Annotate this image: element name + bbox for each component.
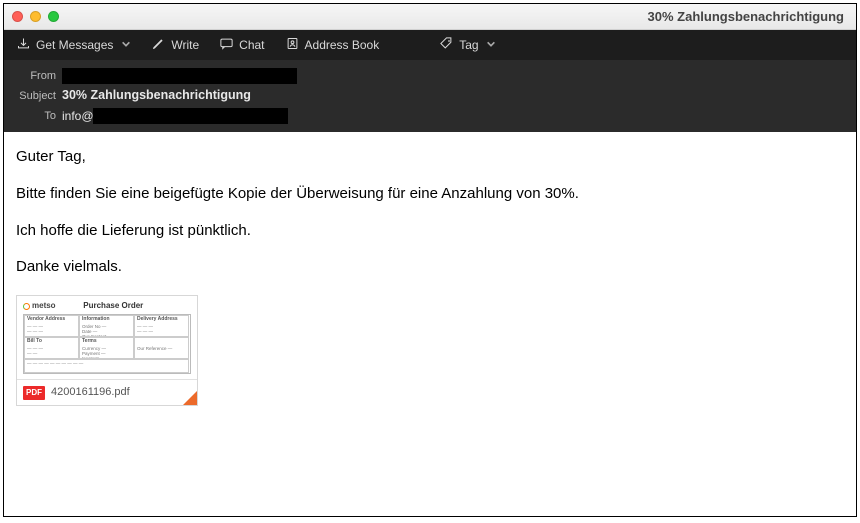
header-subject-label: Subject — [4, 90, 62, 102]
attachment-brand-label: metso — [32, 301, 56, 311]
message-headers: From Subject 30% Zahlungsbenachrichtigun… — [4, 60, 856, 132]
attachment-footer: PDF 4200161196.pdf — [17, 379, 197, 405]
attachment-cell: Vendor Address— — —— — — — [24, 315, 79, 337]
body-greeting: Guter Tag, — [10, 148, 838, 167]
attachment-doc-title: Purchase Order — [83, 301, 143, 311]
app-window: 30% Zahlungsbenachrichtigung Get Message… — [3, 3, 857, 517]
download-icon — [16, 36, 31, 54]
header-to-visible: info@ — [62, 109, 94, 123]
address-book-label: Address Book — [305, 38, 380, 52]
toolbar: Get Messages Write Chat Address Book — [4, 30, 856, 60]
window-minimize-button[interactable] — [30, 11, 41, 22]
attachment-cell: Bill To— — —— — — [24, 337, 79, 359]
titlebar: 30% Zahlungsbenachrichtigung — [4, 4, 856, 30]
attachment-filename: 4200161196.pdf — [51, 386, 130, 400]
get-messages-button[interactable]: Get Messages — [12, 34, 135, 56]
chevron-down-icon — [121, 38, 131, 52]
message-body: Guter Tag, Bitte finden Sie eine beigefü… — [4, 132, 856, 516]
redacted-from-value — [62, 68, 297, 84]
attachment-cell: Delivery Address— — —— — —— — — [134, 315, 189, 337]
attachment-cell: TermsCurrency —Payment —Incoterm — — [79, 337, 134, 359]
header-subject-value: 30% Zahlungsbenachrichtigung — [62, 88, 251, 104]
attachment-cell: Our Reference — — [134, 337, 189, 359]
body-signoff: Danke vielmals. — [10, 258, 838, 277]
dogear-icon — [183, 391, 197, 405]
chat-label: Chat — [239, 38, 264, 52]
body-line1: Bitte finden Sie eine beigefügte Kopie d… — [10, 185, 838, 204]
get-messages-label: Get Messages — [36, 38, 113, 52]
attachment-preview: metso Purchase Order Vendor Address— — —… — [17, 296, 197, 379]
attachment-brand: metso — [23, 301, 56, 311]
tag-label: Tag — [459, 38, 478, 52]
attachment-cell: InformationOrder No —Date —Our Contact —… — [79, 315, 134, 337]
window-close-button[interactable] — [12, 11, 23, 22]
address-book-button[interactable]: Address Book — [281, 34, 384, 56]
attachment-card[interactable]: metso Purchase Order Vendor Address— — —… — [16, 295, 198, 406]
header-from-row: From — [4, 66, 856, 86]
header-to-row: To info@ — [4, 106, 856, 126]
address-book-icon — [285, 36, 300, 54]
write-label: Write — [171, 38, 199, 52]
header-to-value: info@ — [62, 108, 288, 124]
traffic-lights — [12, 11, 59, 22]
attachment-preview-header: metso Purchase Order — [23, 301, 191, 311]
header-from-label: From — [4, 70, 62, 82]
chat-icon — [219, 36, 234, 54]
body-line2: Ich hoffe die Lieferung ist pünktlich. — [10, 222, 838, 241]
chat-button[interactable]: Chat — [215, 34, 268, 56]
redacted-to-value — [93, 108, 288, 124]
tag-icon — [439, 36, 454, 54]
window-zoom-button[interactable] — [48, 11, 59, 22]
pencil-icon — [151, 36, 166, 54]
tag-button[interactable]: Tag — [435, 34, 499, 56]
pdf-badge: PDF — [23, 386, 45, 400]
header-to-label: To — [4, 110, 62, 122]
chevron-down-icon — [486, 38, 496, 52]
window-title: 30% Zahlungsbenachrichtigung — [648, 9, 848, 24]
header-subject-row: Subject 30% Zahlungsbenachrichtigung — [4, 86, 856, 106]
attachment-preview-grid: Vendor Address— — —— — — InformationOrde… — [23, 314, 191, 374]
brand-logo-icon — [23, 303, 30, 310]
attachment-cell: — — — — — — — — — — — [24, 359, 189, 373]
write-button[interactable]: Write — [147, 34, 203, 56]
